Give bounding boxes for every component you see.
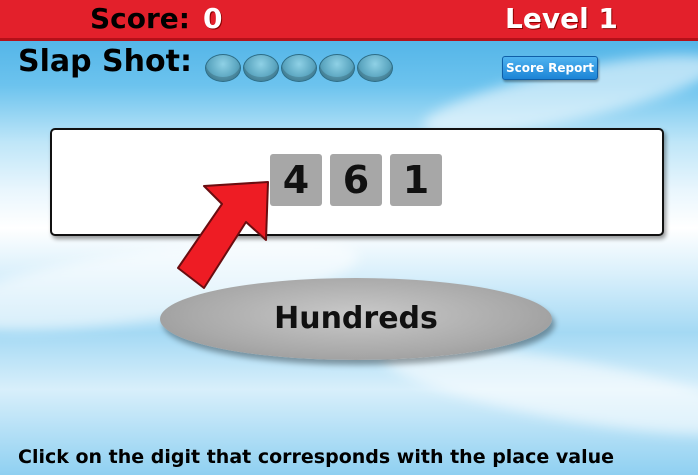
pointer-arrow-icon <box>177 181 269 289</box>
instructions-text: Click on the digit that corresponds with… <box>18 446 615 468</box>
puck-icon <box>205 54 241 82</box>
digit-tens[interactable]: 6 <box>330 154 382 206</box>
level-label: Level 1 <box>505 2 618 35</box>
digit-ones[interactable]: 1 <box>390 154 442 206</box>
puck-icon <box>357 54 393 82</box>
slap-shot-label: Slap Shot: <box>18 44 192 79</box>
puck-icon <box>281 54 317 82</box>
score-label: Score: <box>90 2 190 35</box>
puck-icon <box>243 54 279 82</box>
header-bar: Score: 0 Level 1 <box>0 0 698 41</box>
place-value-oval: Hundreds <box>160 278 552 360</box>
puck-icon <box>319 54 355 82</box>
score-report-button[interactable]: Score Report <box>502 56 598 80</box>
score-value: 0 <box>203 2 223 35</box>
number-panel: 4 6 1 <box>50 128 664 236</box>
place-value-label: Hundreds <box>274 301 438 336</box>
